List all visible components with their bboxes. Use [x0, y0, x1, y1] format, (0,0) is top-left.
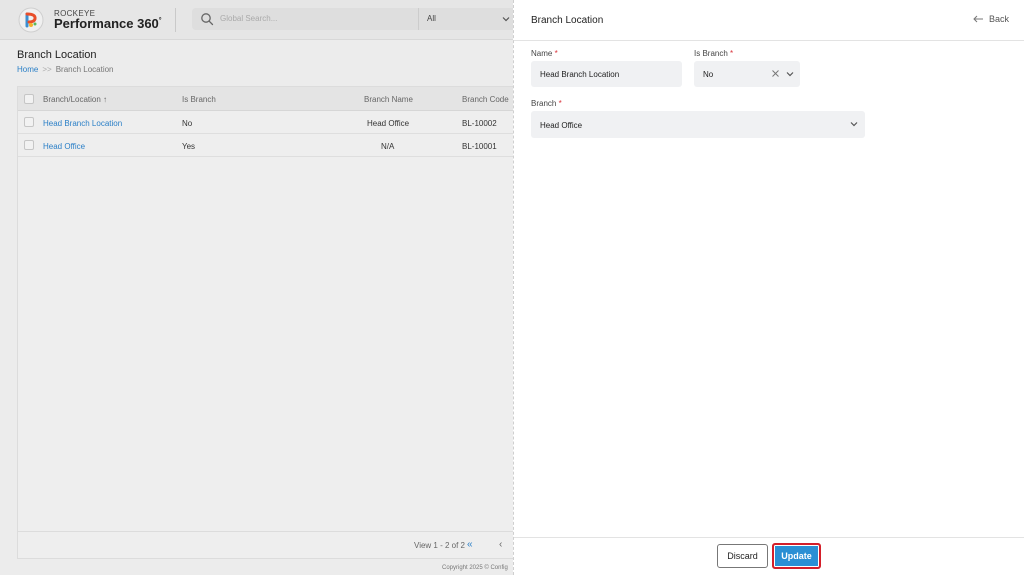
search-scope-select[interactable]: All: [418, 8, 522, 30]
row-branch-code: BL-10001: [462, 142, 497, 151]
breadcrumb-current: Branch Location: [55, 65, 114, 74]
column-header-branch-location[interactable]: Branch/Location ↑: [43, 95, 107, 104]
back-arrow-icon: [973, 15, 983, 23]
chevron-down-icon[interactable]: [785, 69, 795, 79]
is-branch-label: Is Branch *: [694, 49, 733, 58]
row-is-branch: Yes: [182, 142, 196, 151]
required-mark: *: [554, 49, 558, 58]
name-field[interactable]: Head Branch Location: [531, 61, 682, 87]
drawer-footer: Discard Update: [514, 537, 1024, 575]
logo-icon: [18, 7, 44, 33]
row-branch-name: N/A: [381, 142, 395, 151]
row-name-link[interactable]: Head Branch Location: [43, 119, 122, 128]
brand-main: Performance 360°: [54, 16, 162, 31]
update-button[interactable]: Update: [772, 543, 821, 569]
table-row: Head Branch Location No Head Office BL-1…: [18, 111, 518, 134]
name-label: Name *: [531, 49, 558, 58]
row-is-branch: No: [182, 119, 193, 128]
branch-value: Head Office: [540, 121, 583, 130]
table-header: Branch/Location ↑ Is Branch Branch Name …: [18, 87, 518, 111]
pager-info: View 1 - 2 of 2: [414, 541, 465, 550]
row-checkbox[interactable]: [24, 117, 34, 127]
clear-x-icon[interactable]: [771, 69, 780, 78]
pager-prev-button[interactable]: ‹: [499, 539, 502, 550]
header-divider: [175, 8, 176, 32]
column-header-is-branch[interactable]: Is Branch: [182, 95, 216, 104]
breadcrumb: Home >> Branch Location: [17, 65, 114, 74]
brand-main-text: Performance 360: [54, 16, 159, 31]
chevron-down-icon[interactable]: [849, 119, 859, 129]
edit-drawer: Branch Location Back Name * Head Branch …: [513, 0, 1024, 575]
branch-label: Branch *: [531, 99, 562, 108]
pager-first-button[interactable]: «: [467, 539, 473, 550]
name-label-text: Name: [531, 49, 553, 58]
search-icon: [201, 13, 214, 26]
table-row: Head Office Yes N/A BL-10001: [18, 134, 518, 157]
required-mark: *: [558, 99, 562, 108]
row-name-link[interactable]: Head Office: [43, 142, 85, 151]
drawer-title: Branch Location: [531, 15, 604, 26]
row-checkbox[interactable]: [24, 140, 34, 150]
branch-select[interactable]: Head Office: [531, 111, 865, 138]
breadcrumb-separator: >>: [42, 65, 52, 74]
copyright-footer: Copyright 2025 © Config: [442, 565, 508, 571]
chevron-down-icon: [502, 17, 510, 22]
back-label: Back: [988, 14, 1009, 24]
is-branch-label-text: Is Branch: [694, 49, 728, 58]
search-scope-value: All: [427, 14, 436, 23]
row-branch-name: Head Office: [367, 119, 410, 128]
branch-table: Branch/Location ↑ Is Branch Branch Name …: [17, 86, 518, 559]
name-value: Head Branch Location: [540, 70, 620, 79]
column-header-branch-name[interactable]: Branch Name: [364, 95, 413, 104]
global-search[interactable]: Global Search... All: [192, 8, 522, 30]
branch-label-text: Branch: [531, 99, 557, 108]
breadcrumb-home[interactable]: Home: [17, 65, 38, 74]
search-input[interactable]: Global Search...: [220, 14, 277, 23]
back-button[interactable]: Back: [973, 14, 1009, 24]
select-all-checkbox[interactable]: [24, 94, 34, 104]
pager-divider: [18, 531, 518, 532]
column-header-branch-code[interactable]: Branch Code: [462, 95, 509, 104]
is-branch-select[interactable]: No: [694, 61, 800, 87]
required-mark: *: [730, 49, 734, 58]
page-title: Branch Location: [17, 49, 97, 61]
drawer-header: Branch Location Back: [514, 0, 1024, 41]
row-branch-code: BL-10002: [462, 119, 497, 128]
is-branch-value: No: [703, 70, 714, 79]
discard-button[interactable]: Discard: [717, 544, 768, 568]
brand-mark: °: [158, 17, 162, 25]
